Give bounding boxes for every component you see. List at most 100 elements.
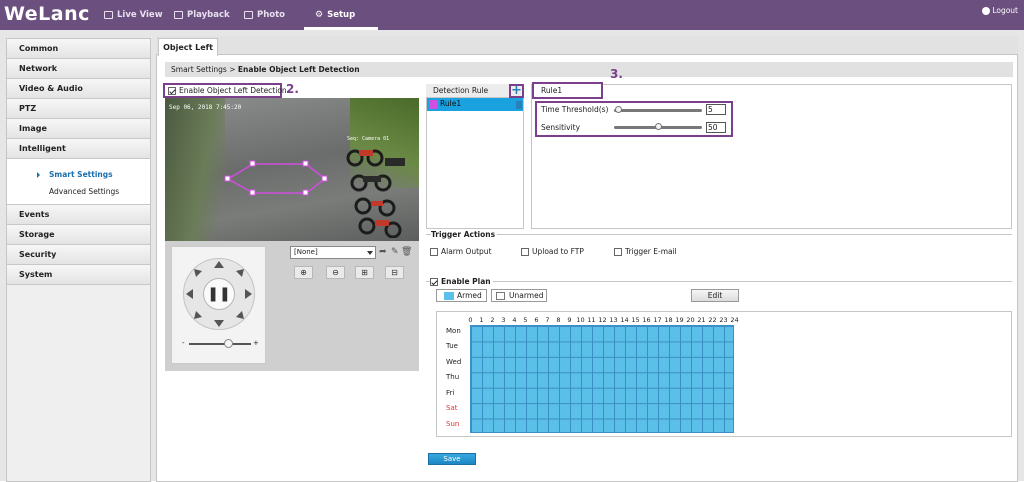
nav-setup[interactable]: ⚙ Setup	[315, 0, 355, 30]
detection-area-polygon[interactable]	[165, 98, 419, 241]
trigger-email-checkbox[interactable]: Trigger E-mail	[614, 247, 677, 256]
ptz-up-arrow-icon[interactable]	[214, 261, 224, 268]
sidebar-item-image[interactable]: Image	[7, 119, 150, 139]
day-label: Sat	[446, 404, 458, 413]
delete-rule-icon[interactable]	[516, 101, 522, 109]
edit-plan-button[interactable]: Edit	[691, 289, 739, 302]
hour-label: 4	[512, 316, 517, 324]
time-threshold-label: Time Threshold(s)	[541, 105, 609, 114]
step-3-annotation: 3.	[610, 67, 623, 81]
nav-playback[interactable]: Playback	[174, 0, 230, 30]
checkbox-checked-icon[interactable]	[168, 86, 176, 95]
sidebar-item-network[interactable]: Network	[7, 59, 150, 79]
upload-ftp-checkbox[interactable]: Upload to FTP	[521, 247, 584, 256]
ptz-up-right-arrow-icon[interactable]	[236, 269, 244, 277]
ptz-up-left-arrow-icon[interactable]	[194, 269, 202, 277]
armed-legend-button[interactable]: Armed	[436, 289, 487, 302]
ptz-down-left-arrow-icon[interactable]	[194, 311, 202, 319]
edit-preset-icon[interactable]: ✎	[391, 247, 399, 257]
hour-label: 22	[708, 316, 717, 324]
armed-swatch	[444, 291, 454, 300]
trigger-actions-section	[426, 234, 1012, 270]
sidebar-item-system[interactable]: System	[7, 265, 150, 285]
hour-label: 3	[501, 316, 506, 324]
sidebar-submenu: Smart Settings Advanced Settings	[7, 159, 150, 205]
zoom-in-icon[interactable]: ⊕	[294, 266, 313, 279]
power-icon	[982, 6, 991, 15]
save-button[interactable]: Save	[428, 453, 476, 465]
sidebar-item-common[interactable]: Common	[7, 39, 150, 59]
ptz-speed-knob[interactable]	[224, 339, 233, 348]
enable-detection-checkbox[interactable]: Enable Object Left Detection	[163, 83, 287, 98]
day-label: Fri	[446, 388, 455, 397]
live-video-preview[interactable]: Sep 06, 2018 7:45:20 Seq: Camera 01	[165, 98, 419, 241]
sidebar-item-events[interactable]: Events	[7, 205, 150, 225]
hour-label: 7	[545, 316, 550, 324]
hour-label: 5	[523, 316, 528, 324]
sidebar-item-video-audio[interactable]: Video & Audio	[7, 79, 150, 99]
ptz-down-arrow-icon[interactable]	[214, 320, 224, 327]
ptz-speed-slider[interactable]	[189, 343, 251, 345]
day-label: Tue	[446, 342, 458, 351]
time-threshold-input[interactable]: 5	[706, 104, 726, 115]
checkbox-checked-icon[interactable]	[430, 277, 438, 286]
hour-label: 18	[664, 316, 673, 324]
sensitivity-label: Sensitivity	[541, 123, 581, 132]
day-label: Thu	[446, 373, 460, 382]
unarmed-legend-button[interactable]: Unarmed	[491, 289, 547, 302]
sidebar: Common Network Video & Audio PTZ Image I…	[6, 38, 151, 482]
sidebar-item-intelligent[interactable]: Intelligent	[7, 139, 150, 159]
hour-label: 17	[653, 316, 662, 324]
sensitivity-input[interactable]: 50	[706, 122, 726, 133]
sidebar-item-ptz[interactable]: PTZ	[7, 99, 150, 119]
rule-settings-title: Rule1	[532, 82, 603, 99]
video-osd-timestamp: Sep 06, 2018 7:45:20	[169, 104, 242, 111]
checkbox-icon[interactable]	[521, 247, 529, 256]
hour-label: 11	[587, 316, 596, 324]
ptz-right-arrow-icon[interactable]	[245, 289, 252, 299]
sidebar-item-advanced-settings[interactable]: Advanced Settings	[7, 183, 150, 200]
hour-label: 20	[686, 316, 695, 324]
checkbox-icon[interactable]	[614, 247, 622, 256]
sidebar-item-security[interactable]: Security	[7, 245, 150, 265]
delete-preset-icon[interactable]: 🗑	[401, 247, 412, 257]
nav-live-view[interactable]: Live View	[104, 0, 163, 30]
goto-preset-icon[interactable]: ➦	[379, 247, 387, 257]
plan-divider	[426, 281, 1012, 282]
nav-photo[interactable]: Photo	[244, 0, 285, 30]
hour-label: 23	[719, 316, 728, 324]
zoom-out-icon[interactable]: ⊖	[326, 266, 345, 279]
add-rule-button[interactable]: +	[509, 84, 524, 98]
hour-label: 1	[479, 316, 484, 324]
tab-bar	[156, 36, 1018, 55]
checkbox-icon[interactable]	[430, 247, 438, 256]
breadcrumb-parent[interactable]: Smart Settings	[171, 65, 227, 74]
hour-label: 16	[642, 316, 651, 324]
ptz-pause-button[interactable]: ❚❚	[203, 278, 235, 310]
image-icon	[244, 11, 253, 19]
monitor-icon	[104, 11, 113, 19]
focus-far-icon[interactable]: ⊟	[385, 266, 404, 279]
zoom-plus-icon: +	[253, 339, 259, 347]
sensitivity-knob[interactable]	[655, 123, 662, 130]
preset-select[interactable]: [None]	[290, 246, 376, 259]
schedule-grid[interactable]	[470, 325, 734, 433]
breadcrumb: Smart Settings > Enable Object Left Dete…	[165, 62, 1013, 77]
time-threshold-slider[interactable]	[614, 109, 702, 112]
logout-link[interactable]: Logout	[982, 6, 1018, 15]
rule-list-item[interactable]: Rule1	[427, 98, 523, 111]
sidebar-item-storage[interactable]: Storage	[7, 225, 150, 245]
ptz-down-right-arrow-icon[interactable]	[236, 311, 244, 319]
sidebar-item-smart-settings[interactable]: Smart Settings	[7, 166, 150, 183]
hour-label: 15	[631, 316, 640, 324]
rule-color-swatch	[429, 100, 438, 109]
ptz-left-arrow-icon[interactable]	[186, 289, 193, 299]
step-2-annotation: 2.	[286, 82, 299, 96]
focus-near-icon[interactable]: ⊞	[355, 266, 374, 279]
enable-plan-checkbox[interactable]: Enable Plan	[430, 277, 493, 286]
hour-label: 8	[556, 316, 561, 324]
day-label: Sun	[446, 419, 460, 428]
tab-object-left[interactable]: Object Left	[158, 38, 218, 56]
hour-label: 6	[534, 316, 539, 324]
alarm-output-checkbox[interactable]: Alarm Output	[430, 247, 492, 256]
